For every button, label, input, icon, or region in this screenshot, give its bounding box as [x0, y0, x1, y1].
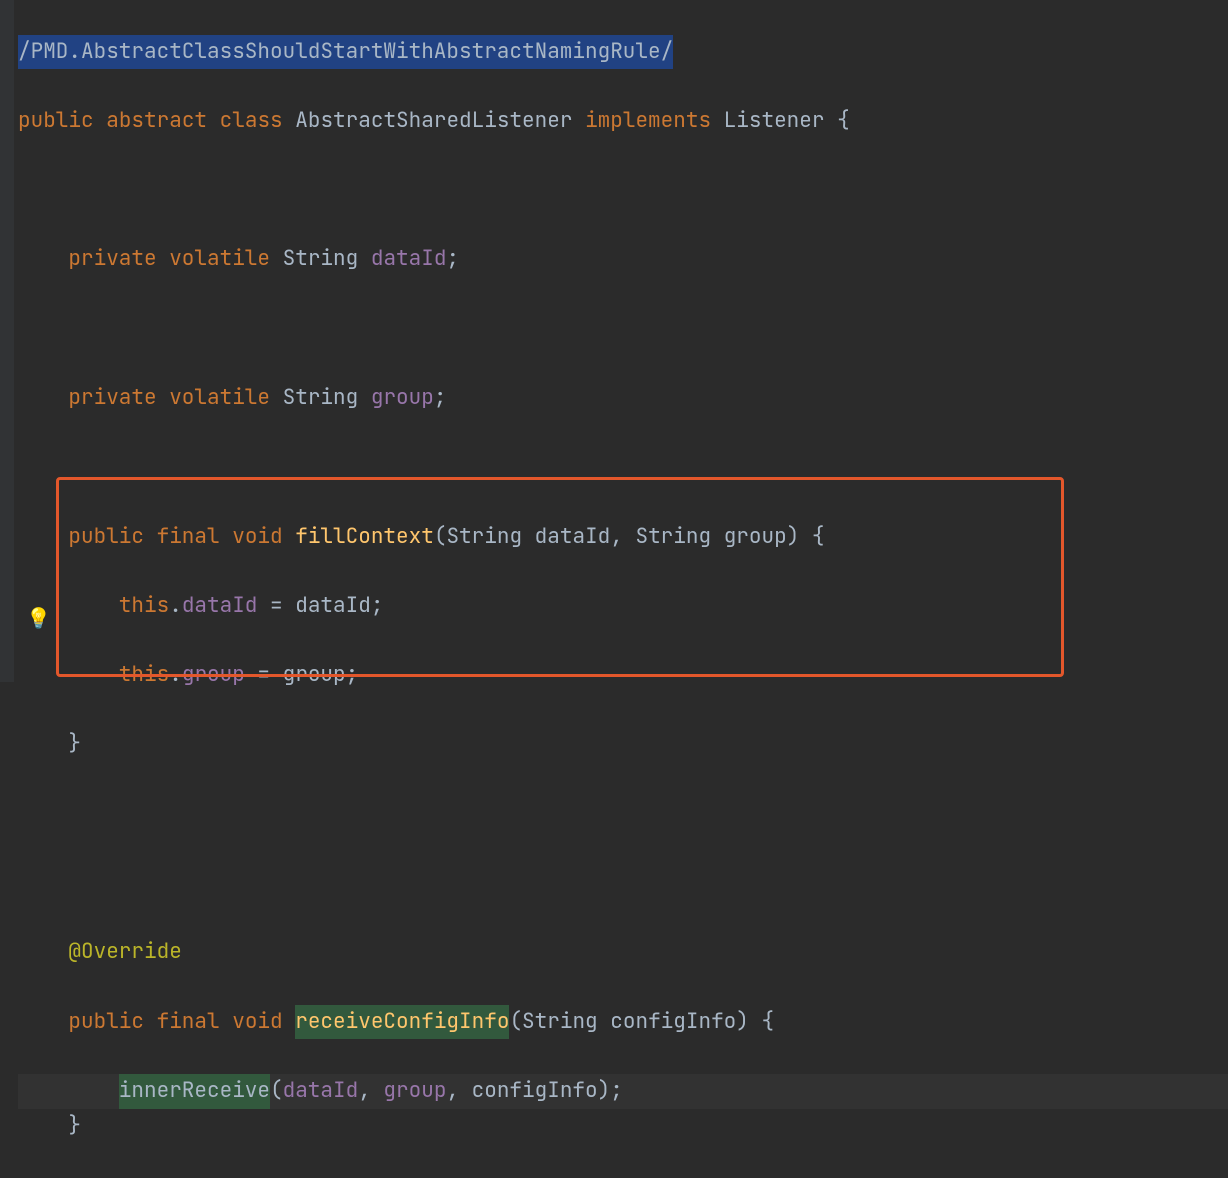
- bulb-icon[interactable]: 💡: [26, 602, 44, 620]
- code-line-class-decl[interactable]: public abstract class AbstractSharedList…: [18, 104, 1228, 139]
- code-line-assign-group[interactable]: this.group = group;: [18, 658, 1228, 693]
- code-line-innerreceive[interactable]: innerReceive(dataId, group, configInfo);: [18, 1074, 1228, 1109]
- method-name-fillcontext: fillContext: [295, 523, 434, 550]
- keyword-public: public: [18, 107, 94, 134]
- keyword-class: class: [220, 107, 283, 134]
- code-line-field-dataid[interactable]: private volatile String dataId;: [18, 242, 1228, 277]
- method-name-receive: receiveConfigInfo: [295, 1008, 509, 1035]
- code-line-assign-dataid[interactable]: this.dataId = dataId;: [18, 589, 1228, 624]
- blank-line: [18, 866, 1228, 901]
- field-group: group: [371, 384, 434, 411]
- brace-open: {: [837, 107, 850, 134]
- blank-line: [18, 797, 1228, 832]
- code-editor[interactable]: /PMD.AbstractClassShouldStartWithAbstrac…: [0, 0, 1228, 1178]
- blank-line: [18, 173, 1228, 208]
- selection: /PMD.AbstractClassShouldStartWithAbstrac…: [18, 35, 673, 70]
- interface-name: Listener: [724, 107, 825, 134]
- field-dataid: dataId: [371, 245, 447, 272]
- class-name: AbstractSharedListener: [295, 107, 572, 134]
- code-line-override[interactable]: @Override: [18, 935, 1228, 970]
- code-line-field-group[interactable]: private volatile String group;: [18, 381, 1228, 416]
- keyword-implements: implements: [585, 107, 711, 134]
- call-innerreceive: innerReceive: [119, 1077, 270, 1104]
- code-line-suppression[interactable]: /PMD.AbstractClassShouldStartWithAbstrac…: [18, 35, 1228, 70]
- blank-line: [18, 450, 1228, 485]
- code-line-close-fillcontext[interactable]: }: [18, 727, 1228, 762]
- code-line-method-fillcontext[interactable]: public final void fillContext(String dat…: [18, 520, 1228, 555]
- code-line-close-receive[interactable]: }: [18, 1109, 1228, 1144]
- keyword-abstract: abstract: [106, 107, 207, 134]
- code-line-method-receive[interactable]: public final void receiveConfigInfo(Stri…: [18, 1005, 1228, 1040]
- annotation-override: @Override: [68, 938, 181, 965]
- blank-line: [18, 312, 1228, 347]
